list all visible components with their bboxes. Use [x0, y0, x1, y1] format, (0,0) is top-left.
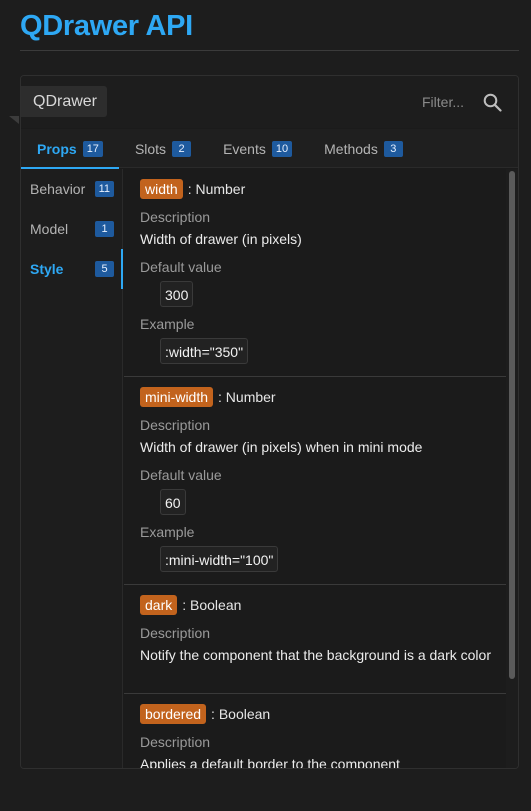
- props-scrollbar[interactable]: [506, 169, 518, 768]
- tab-count-badge: 2: [172, 140, 192, 157]
- prop-name: bordered: [140, 704, 207, 724]
- filter-input[interactable]: [422, 94, 474, 110]
- filter: [422, 91, 502, 113]
- prop-item: width : Number Description Width of draw…: [124, 169, 506, 377]
- tab-slots[interactable]: Slots 2: [119, 129, 207, 168]
- default-value: 300: [160, 281, 194, 307]
- prop-description: Notify the component that the background…: [140, 647, 491, 663]
- prop-description: Width of drawer (in pixels) when in mini…: [140, 439, 423, 455]
- example-label: Example: [140, 316, 195, 332]
- default-value-label: Default value: [140, 467, 222, 483]
- tab-count-badge: 17: [82, 140, 103, 157]
- api-tabs: Props 17 Slots 2 Events 10 Methods 3: [21, 129, 518, 169]
- prop-item: bordered : Boolean Description Applies a…: [124, 694, 506, 768]
- component-name-tag: QDrawer: [21, 86, 108, 117]
- category-label: Behavior: [30, 181, 86, 197]
- prop-name: width: [140, 179, 183, 199]
- api-body: Behavior 11 Model 1 Style 5 width : Numb…: [21, 169, 518, 768]
- scrollbar-thumb[interactable]: [509, 171, 515, 679]
- category-sidebar: Behavior 11 Model 1 Style 5: [21, 169, 123, 768]
- tab-events[interactable]: Events 10: [207, 129, 308, 168]
- prop-name: mini-width: [140, 387, 214, 407]
- tab-label: Methods: [324, 140, 378, 157]
- description-label: Description: [140, 734, 211, 750]
- prop-item: mini-width : Number Description Width of…: [124, 377, 506, 585]
- category-count-badge: 1: [95, 221, 114, 237]
- example-code: :width="350": [160, 338, 249, 364]
- prop-item: dark : Boolean Description Notify the co…: [124, 585, 506, 694]
- prop-description: Width of drawer (in pixels): [140, 231, 302, 247]
- example-code: :mini-width="100": [160, 546, 279, 572]
- category-label: Model: [30, 221, 69, 237]
- description-label: Description: [140, 417, 211, 433]
- tab-count-badge: 3: [383, 140, 403, 157]
- tab-methods[interactable]: Methods 3: [308, 129, 419, 168]
- category-style[interactable]: Style 5: [21, 249, 123, 289]
- prop-name: dark: [140, 595, 178, 615]
- description-label: Description: [140, 625, 211, 641]
- prop-type: : Number: [187, 181, 246, 197]
- description-label: Description: [140, 209, 211, 225]
- example-label: Example: [140, 524, 195, 540]
- category-count-badge: 11: [94, 181, 114, 197]
- prop-type: : Boolean: [211, 706, 271, 722]
- page-title: QDrawer API: [20, 10, 193, 42]
- default-value-label: Default value: [140, 259, 222, 275]
- tab-label: Slots: [134, 140, 167, 157]
- prop-type: : Number: [218, 389, 276, 405]
- tab-count-badge: 10: [271, 140, 293, 157]
- api-card: Props 17 Slots 2 Events 10 Methods 3 Beh…: [20, 75, 519, 769]
- tab-label: Events: [223, 140, 266, 157]
- prop-type: : Boolean: [182, 597, 242, 613]
- default-value: 60: [160, 489, 186, 515]
- category-behavior[interactable]: Behavior 11: [21, 169, 122, 209]
- prop-description: Applies a default border to the componen…: [140, 756, 400, 768]
- search-icon[interactable]: [483, 93, 502, 112]
- category-count-badge: 5: [95, 261, 114, 277]
- category-model[interactable]: Model 1: [21, 209, 122, 249]
- tab-props[interactable]: Props 17: [21, 129, 119, 169]
- name-tag-fold: [9, 116, 19, 124]
- title-divider: [20, 50, 519, 51]
- props-list: width : Number Description Width of draw…: [124, 169, 506, 768]
- tab-label: Props: [37, 140, 77, 157]
- category-label: Style: [30, 261, 64, 277]
